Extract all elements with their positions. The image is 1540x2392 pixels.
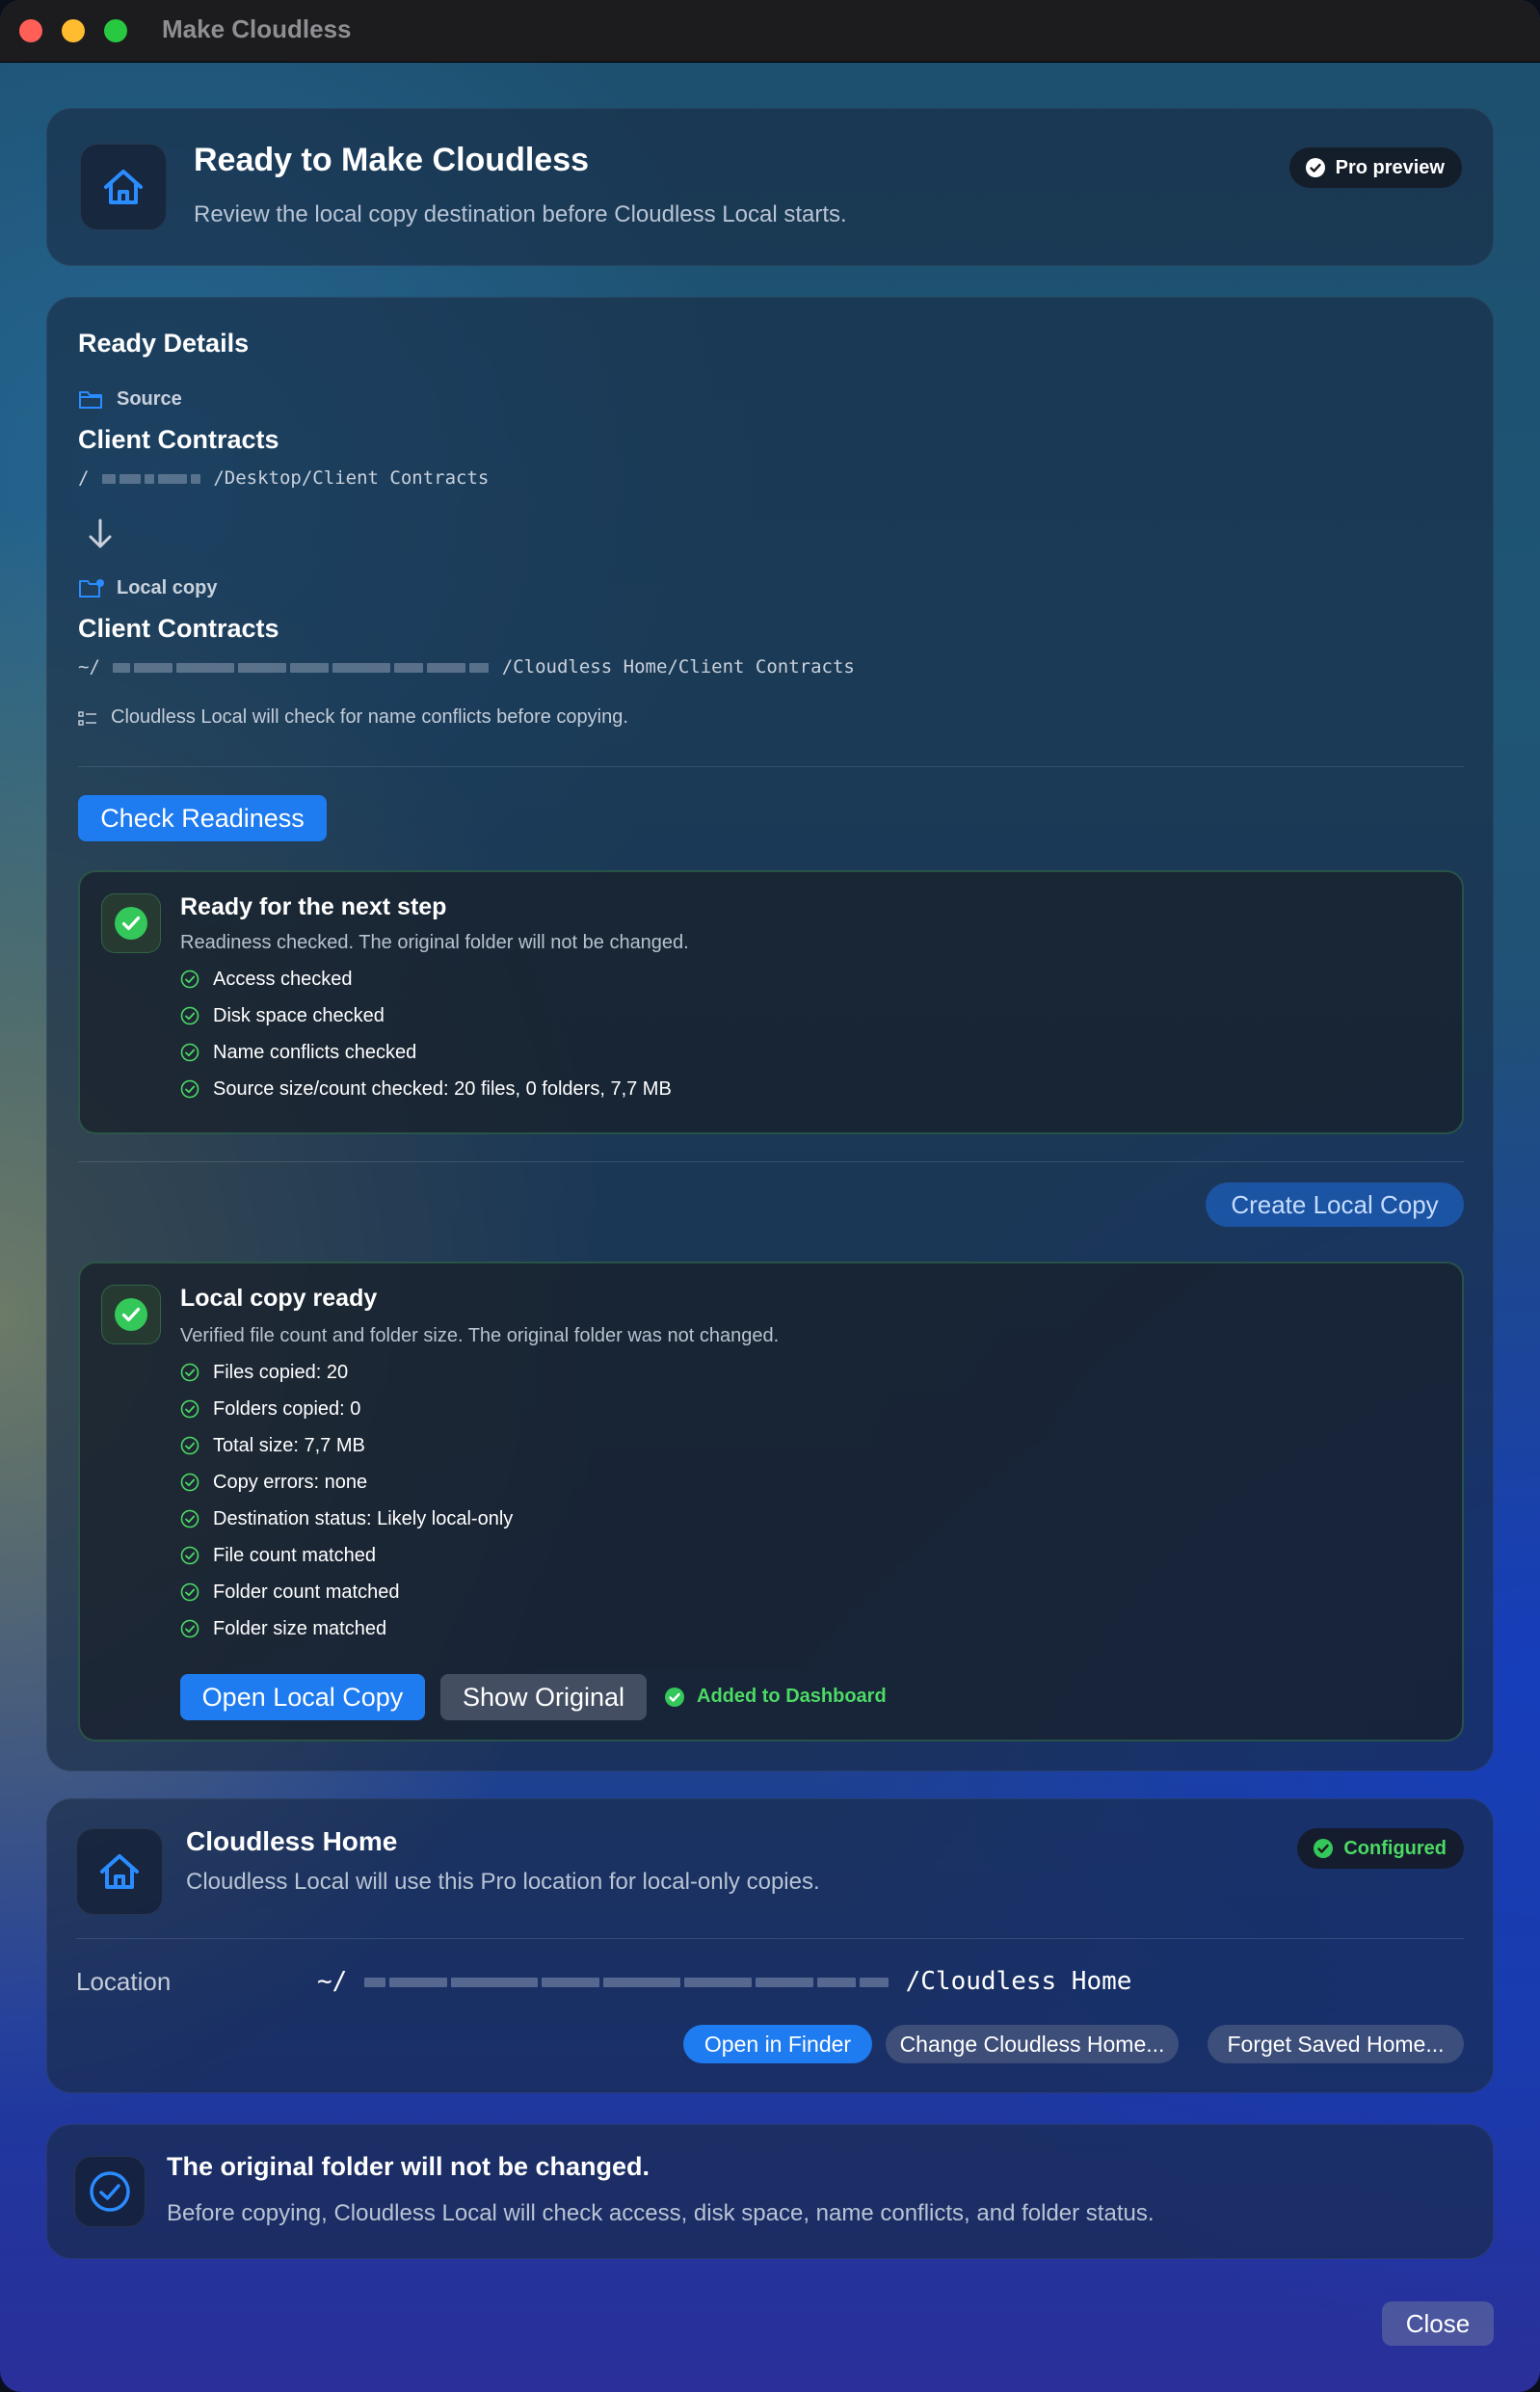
copy-result-panel: Local copy ready Verified file count and… [78,1262,1464,1741]
change-cloudless-home-button[interactable]: Change Cloudless Home... [886,2025,1179,2063]
list-item: Total size: 7,7 MB [180,1427,513,1464]
copy-result-checklist: Files copied: 20 Folders copied: 0 Total… [180,1354,513,1647]
checkmark-tile [74,2156,146,2227]
zoom-window-button[interactable] [104,19,127,42]
close-button[interactable]: Close [1382,2301,1494,2346]
check-circle-icon [115,907,147,940]
list-item: File count matched [180,1537,513,1574]
title-bar: Make Cloudless [0,0,1540,63]
readiness-checklist: Access checked Disk space checked Name c… [180,961,672,1107]
home-icon-tile [80,144,167,230]
list-item: Source size/count checked: 20 files, 0 f… [180,1071,672,1107]
local-copy-name: Client Contracts [78,614,279,643]
list-item: Folder size matched [180,1610,513,1647]
readiness-subtitle: Readiness checked. The original folder w… [180,932,689,953]
local-path-suffix: /Cloudless Home/Client Contracts [501,656,855,678]
window-title: Make Cloudless [162,14,352,43]
check-circle-outline-icon [180,970,199,989]
cloudless-home-card: Cloudless Home Cloudless Local will use … [46,1798,1494,2093]
conflict-note: Cloudless Local will check for name conf… [111,706,628,728]
local-copy-path: ~/ /Cloudless Home/Client Contracts [78,656,855,678]
check-circle-outline-icon [180,1399,199,1419]
pro-preview-badge: Pro preview [1288,147,1462,188]
home-icon [104,170,143,204]
location-suffix: /Cloudless Home [905,1967,1132,1996]
added-to-dashboard-status: Added to Dashboard [697,1686,887,1707]
ready-details-title: Ready Details [78,329,250,358]
check-circle-outline-icon [180,1619,199,1638]
success-tile [101,1285,161,1344]
check-circle-outline-icon [180,1582,199,1602]
check-circle-icon [665,1688,684,1707]
cloudless-home-path: ~/ /Cloudless Home [317,1967,1131,1996]
source-name: Client Contracts [78,425,279,454]
copy-result-title: Local copy ready [180,1285,378,1312]
readiness-result-panel: Ready for the next step Readiness checke… [78,870,1464,1134]
cloudless-home-title: Cloudless Home [186,1826,398,1856]
check-circle-outline-icon [180,1436,199,1455]
check-circle-icon [1305,158,1325,177]
cloudless-home-subtitle: Cloudless Local will use this Pro locati… [186,1869,820,1895]
list-item: Disk space checked [180,997,672,1034]
source-path-suffix: /Desktop/Client Contracts [213,467,490,489]
arrow-down-icon [89,518,112,548]
success-tile [101,893,161,953]
list-item: Files copied: 20 [180,1354,513,1391]
check-circle-outline-icon [180,1363,199,1382]
create-local-copy-button[interactable]: Create Local Copy [1206,1183,1464,1227]
original-safe-notice-card: The original folder will not be changed.… [46,2124,1494,2259]
home-icon [100,1854,139,1889]
copy-result-subtitle: Verified file count and folder size. The… [180,1325,780,1346]
app-window: Make Cloudless Ready to Make Cloudless R… [0,0,1540,2392]
check-circle-outline-icon [90,2171,130,2212]
folder-icon [79,391,102,409]
local-path-prefix: ~/ [78,656,100,678]
pro-preview-label: Pro preview [1335,156,1445,178]
list-item: Folder count matched [180,1574,513,1610]
source-path: / /Desktop/Client Contracts [78,467,489,489]
check-circle-outline-icon [180,1546,199,1565]
notice-subtitle: Before copying, Cloudless Local will che… [167,2200,1155,2226]
location-label: Location [76,1967,172,1996]
check-circle-outline-icon [180,1473,199,1492]
check-circle-icon [115,1298,147,1331]
list-item: Destination status: Likely local-only [180,1501,513,1537]
folder-badge-icon [79,579,104,598]
minimize-window-button[interactable] [62,19,85,42]
open-in-finder-button[interactable]: Open in Finder [683,2025,872,2063]
local-copy-label: Local copy [117,577,218,598]
check-circle-outline-icon [180,1006,199,1025]
check-circle-outline-icon [180,1043,199,1062]
readiness-title: Ready for the next step [180,893,447,920]
list-check-icon [78,711,96,726]
forget-saved-home-button[interactable]: Forget Saved Home... [1208,2025,1464,2063]
header-card: Ready to Make Cloudless Review the local… [46,108,1494,266]
check-circle-outline-icon [180,1509,199,1528]
source-path-prefix: / [78,467,90,489]
close-window-button[interactable] [19,19,42,42]
list-item: Access checked [180,961,672,997]
configured-badge: Configured [1297,1828,1464,1869]
show-original-button[interactable]: Show Original [440,1674,647,1720]
page-subtitle: Review the local copy destination before… [194,201,847,227]
notice-title: The original folder will not be changed. [167,2152,651,2181]
ready-details-card: Ready Details Source Client Contracts / … [46,297,1494,1771]
home-icon-tile [76,1828,163,1915]
configured-label: Configured [1343,1837,1447,1859]
source-label: Source [117,388,182,410]
check-readiness-button[interactable]: Check Readiness [78,795,327,841]
check-circle-icon [1314,1839,1334,1858]
check-circle-outline-icon [180,1079,199,1099]
list-item: Copy errors: none [180,1464,513,1501]
open-local-copy-button[interactable]: Open Local Copy [180,1674,425,1720]
list-item: Name conflicts checked [180,1034,672,1071]
location-prefix: ~/ [317,1967,348,1996]
list-item: Folders copied: 0 [180,1391,513,1427]
page-title: Ready to Make Cloudless [194,142,590,178]
